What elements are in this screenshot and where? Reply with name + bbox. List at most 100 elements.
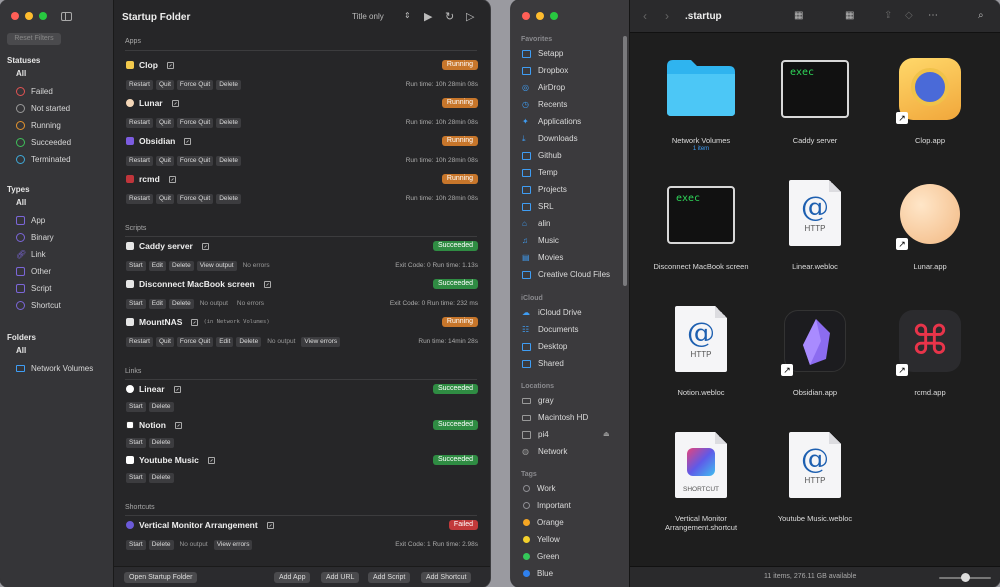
file-caddy-server[interactable]: exec Caddy server xyxy=(760,56,870,156)
restart-button[interactable]: Restart xyxy=(126,118,153,128)
back-arrow-icon[interactable]: ‹ xyxy=(643,9,647,23)
file-network-volumes[interactable]: Network Volumes 1 item xyxy=(646,56,756,156)
filter-status-terminated[interactable]: Terminated xyxy=(16,154,71,165)
start-button[interactable]: Start xyxy=(126,402,146,412)
quit-button[interactable]: Quit xyxy=(155,80,174,90)
file-vertical-monitor-arrangement-shortcut[interactable]: SHORTCUT Vertical Monitor Arrangement.sh… xyxy=(646,430,756,540)
force-quit-button[interactable]: Force Quit xyxy=(176,156,214,166)
sidebar-tag-yellow[interactable]: Yellow xyxy=(522,534,560,545)
sidebar-item-creative-cloud-files[interactable]: Creative Cloud Files xyxy=(522,269,610,280)
delete-button[interactable]: Delete xyxy=(168,261,194,271)
sidebar-item-music[interactable]: ♫ Music xyxy=(522,235,559,246)
sidebar-item-temp[interactable]: Temp xyxy=(522,167,558,178)
start-button[interactable]: Start xyxy=(126,473,146,483)
zoom-window-button[interactable] xyxy=(39,12,47,20)
sidebar-scrollbar[interactable] xyxy=(623,36,627,286)
share-icon[interactable]: ⇪ xyxy=(884,10,892,21)
filter-type-binary[interactable]: Binary xyxy=(16,232,54,243)
force-quit-button[interactable]: Force Quit xyxy=(176,80,214,90)
filter-status-running[interactable]: Running xyxy=(16,120,61,131)
start-button[interactable]: Start xyxy=(126,540,146,550)
sort-mode-select[interactable]: Title only xyxy=(352,12,384,21)
sidebar-item-pi4[interactable]: pi4 xyxy=(522,429,549,440)
view-errors-button[interactable]: View errors xyxy=(213,540,253,550)
open-external-icon[interactable] xyxy=(168,175,176,183)
sidebar-item-alin[interactable]: ⌂ alin xyxy=(522,218,550,229)
delete-button[interactable]: Delete xyxy=(216,80,242,90)
force-quit-button[interactable]: Force Quit xyxy=(176,337,214,347)
sidebar-toggle-icon[interactable] xyxy=(61,12,72,21)
quit-button[interactable]: Quit xyxy=(155,337,174,347)
sidebar-item-desktop[interactable]: Desktop xyxy=(522,341,567,352)
force-quit-button[interactable]: Force Quit xyxy=(176,118,214,128)
view-grid-icon[interactable]: ▦ xyxy=(794,10,803,21)
sidebar-tag-orange[interactable]: Orange xyxy=(522,517,564,528)
add-script-button[interactable]: Add Script xyxy=(368,572,411,583)
open-external-icon[interactable] xyxy=(166,61,174,69)
sidebar-item-setapp[interactable]: Setapp xyxy=(522,48,563,59)
eject-icon[interactable]: ⏏ xyxy=(603,430,610,438)
open-external-icon[interactable] xyxy=(191,318,199,326)
sidebar-item-downloads[interactable]: ⤓ Downloads xyxy=(522,133,578,144)
slider-knob[interactable] xyxy=(961,573,970,582)
filter-folder-network-volumes[interactable]: Network Volumes xyxy=(16,363,93,374)
filter-status-succeeded[interactable]: Succeeded xyxy=(16,137,71,148)
file-linear-webloc[interactable]: @ HTTP Linear.webloc xyxy=(760,178,870,278)
open-external-icon[interactable] xyxy=(207,456,215,464)
restart-button[interactable]: Restart xyxy=(126,337,153,347)
filter-type-shortcut[interactable]: Shortcut xyxy=(16,300,61,311)
more-icon[interactable]: ⋯ xyxy=(928,10,938,21)
filter-type-app[interactable]: App xyxy=(16,215,45,226)
sidebar-item-recents[interactable]: ◷ Recents xyxy=(522,99,567,110)
sidebar-item-dropbox[interactable]: Dropbox xyxy=(522,65,568,76)
file-clop-app[interactable]: ↗ Clop.app xyxy=(875,56,985,156)
open-external-icon[interactable] xyxy=(263,280,271,288)
sidebar-item-github[interactable]: Github xyxy=(522,150,562,161)
delete-button[interactable]: Delete xyxy=(148,473,174,483)
delete-button[interactable]: Delete xyxy=(216,118,242,128)
delete-button[interactable]: Delete xyxy=(148,540,174,550)
reset-filters-button[interactable]: Reset Filters xyxy=(7,33,61,45)
start-button[interactable]: Start xyxy=(126,299,146,309)
quit-button[interactable]: Quit xyxy=(155,156,174,166)
folders-all[interactable]: All xyxy=(16,346,26,355)
quit-button[interactable]: Quit xyxy=(155,194,174,204)
minimize-window-button[interactable] xyxy=(536,12,544,20)
restart-button[interactable]: Restart xyxy=(126,194,153,204)
search-icon[interactable]: ⌕ xyxy=(978,10,984,21)
delete-button[interactable]: Delete xyxy=(216,156,242,166)
sidebar-item-movies[interactable]: ▤ Movies xyxy=(522,252,563,263)
sidebar-tag-blue[interactable]: Blue xyxy=(522,568,553,579)
open-external-icon[interactable] xyxy=(173,385,181,393)
sidebar-item-projects[interactable]: Projects xyxy=(522,184,567,195)
group-icon[interactable]: ▦ xyxy=(845,10,854,21)
play-circle-icon[interactable]: ▷ xyxy=(466,10,474,23)
sidebar-item-icloud-drive[interactable]: ☁ iCloud Drive xyxy=(522,307,582,318)
chevron-updown-icon[interactable]: ⇕ xyxy=(404,11,411,20)
file-obsidian-app[interactable]: ↗ Obsidian.app xyxy=(760,308,870,408)
delete-button[interactable]: Delete xyxy=(216,194,242,204)
sidebar-item-applications[interactable]: ✦ Applications xyxy=(522,116,581,127)
sidebar-item-srl[interactable]: SRL xyxy=(522,201,554,212)
add-app-button[interactable]: Add App xyxy=(274,572,311,583)
filter-status-failed[interactable]: Failed xyxy=(16,86,53,97)
close-window-button[interactable] xyxy=(522,12,530,20)
zoom-window-button[interactable] xyxy=(550,12,558,20)
quit-button[interactable]: Quit xyxy=(155,118,174,128)
force-quit-button[interactable]: Force Quit xyxy=(176,194,214,204)
sidebar-item-shared[interactable]: Shared xyxy=(522,358,564,369)
restart-button[interactable]: Restart xyxy=(126,80,153,90)
file-notion-webloc[interactable]: @ HTTP Notion.webloc xyxy=(646,304,756,404)
open-startup-folder-button[interactable]: Open Startup Folder xyxy=(124,572,198,583)
filter-status-not-started[interactable]: Not started xyxy=(16,103,70,114)
delete-button[interactable]: Delete xyxy=(148,402,174,412)
filter-type-link[interactable]: 🔗︎ Link xyxy=(16,249,46,260)
delete-button[interactable]: Delete xyxy=(168,299,194,309)
open-external-icon[interactable] xyxy=(174,421,182,429)
open-external-icon[interactable] xyxy=(201,242,209,250)
add-shortcut-button[interactable]: Add Shortcut xyxy=(421,572,472,583)
close-window-button[interactable] xyxy=(11,12,19,20)
sidebar-item-airdrop[interactable]: ◎ AirDrop xyxy=(522,82,565,93)
filter-type-other[interactable]: Other xyxy=(16,266,51,277)
tag-icon[interactable]: ◇ xyxy=(905,10,913,21)
